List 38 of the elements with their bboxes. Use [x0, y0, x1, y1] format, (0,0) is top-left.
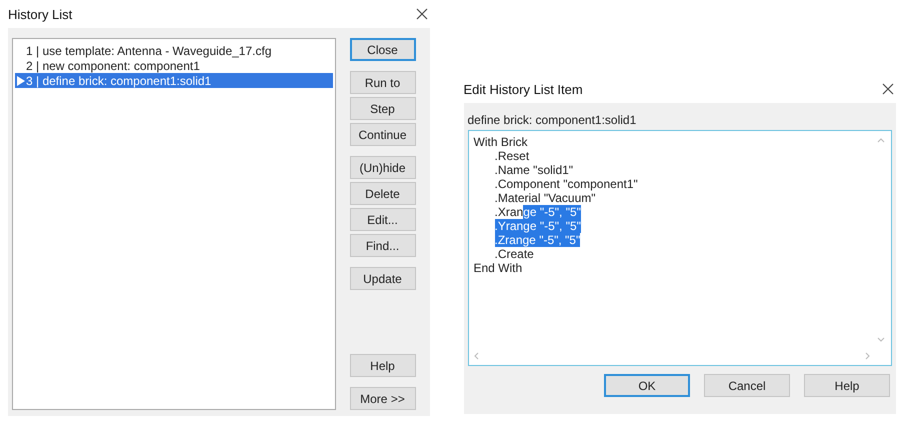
dialog-button[interactable]: Help — [350, 354, 416, 377]
history-item[interactable]: 1 | use template: Antenna - Waveguide_17.cfg — [15, 43, 332, 58]
code-text: .Zrange "-5", "5" — [494, 233, 580, 247]
dialog-button[interactable]: Cancel — [704, 374, 790, 397]
scroll-down-icon[interactable] — [877, 335, 885, 343]
history-item[interactable]: 2 | new component: component1 — [15, 58, 332, 73]
dialog-button[interactable]: Update — [350, 267, 416, 290]
close-icon[interactable] — [882, 83, 894, 95]
code-text: With Brick — [474, 135, 528, 149]
code-text: .Xran — [494, 205, 524, 219]
dialog-button[interactable]: OK — [604, 374, 690, 397]
scroll-left-icon[interactable] — [472, 352, 480, 360]
code-text: .Name "solid1" — [494, 163, 574, 177]
code-text: ge "-5", "5" — [523, 205, 581, 219]
window-title: History List — [8, 6, 72, 22]
dialog-button[interactable]: Close — [350, 38, 416, 61]
code-text: .Material "Vacuum" — [494, 191, 596, 205]
code-text: .Reset — [494, 149, 530, 163]
dialog-button[interactable]: More >> — [350, 387, 416, 410]
dialog-button[interactable]: Delete — [350, 182, 416, 205]
scroll-right-icon[interactable] — [863, 352, 871, 360]
window-title: Edit History List Item — [464, 82, 583, 96]
code-text: .Yrange "-5", "5" — [494, 219, 581, 233]
code-editor[interactable]: With Brick .Reset .Name "solid1" .Component "component1" .Material "Vacuum" .Xrange "-5", "5" .Yrange "-5", "5" .Zrange "-5", "5" .Create End With — [468, 130, 892, 366]
history-item[interactable]: 3 | define brick: component1:solid1 — [15, 73, 332, 88]
dialog-button[interactable]: Step — [350, 97, 416, 120]
scroll-up-icon[interactable] — [877, 137, 885, 145]
dialog-button[interactable]: Find... — [350, 234, 416, 257]
dialog-button[interactable]: (Un)hide — [350, 156, 416, 179]
item-caption: define brick: component1:solid1 — [468, 113, 638, 127]
code-text: End With — [474, 261, 522, 275]
dialog-button[interactable]: Help — [804, 374, 890, 397]
dialog-button[interactable]: Run to — [350, 71, 416, 94]
dialog-button[interactable]: Edit... — [350, 208, 416, 231]
close-icon[interactable] — [416, 8, 428, 20]
code-text: .Component "component1" — [494, 177, 638, 191]
code-text: .Create — [494, 247, 534, 261]
dialog-button[interactable]: Continue — [350, 123, 416, 146]
